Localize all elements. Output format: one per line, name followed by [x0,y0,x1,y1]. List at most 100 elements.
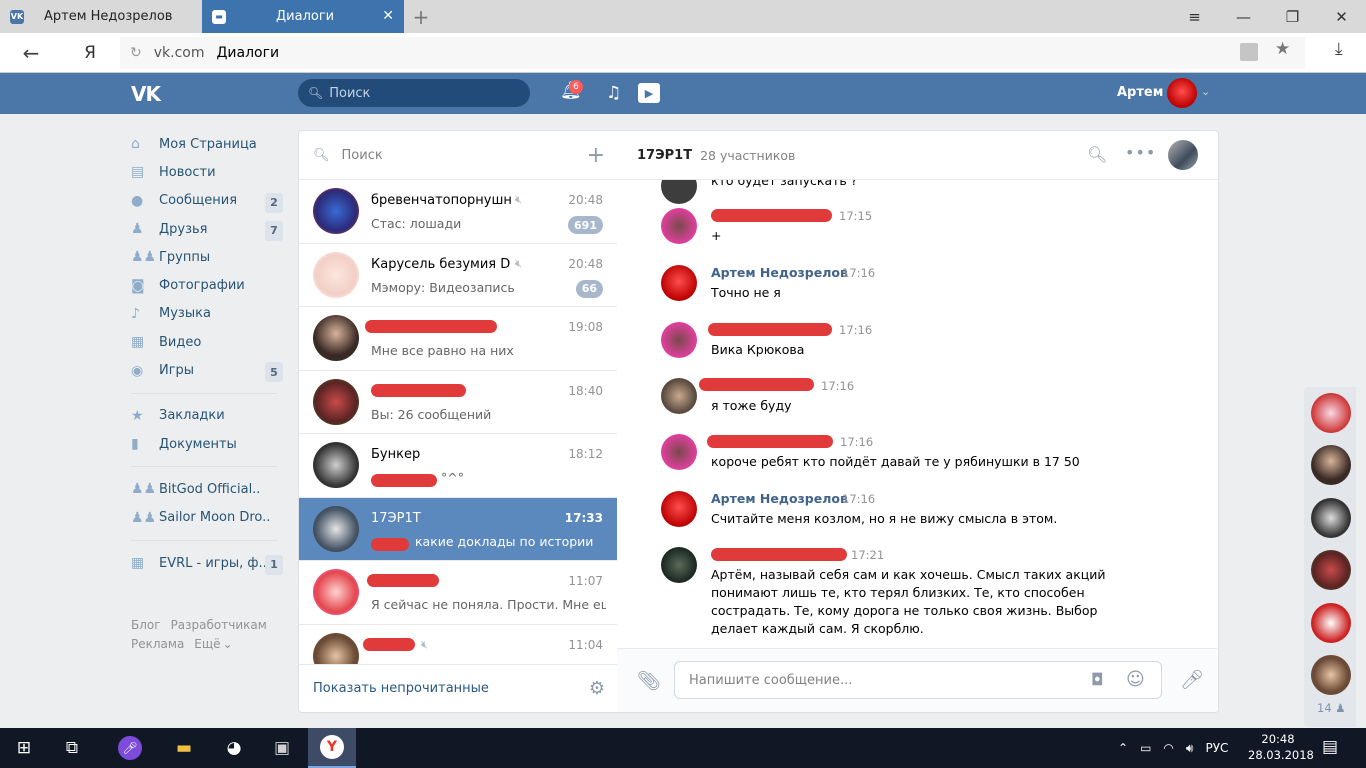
nav-item-app-evrl[interactable]: ▦ EVRL - игры, ф... 1 [131,549,283,577]
file-explorer-icon[interactable]: ▬ [160,728,208,768]
message-input[interactable]: Напишите сообщение... [674,661,1162,699]
close-tab-icon[interactable]: ✕ [382,8,394,24]
windows-start-icon[interactable]: ⊞ [0,728,48,768]
message-text: Артём, называй себя сам и как хочешь. См… [711,567,1106,636]
paperclip-icon[interactable]: 📎︎ [637,669,661,692]
restore-icon[interactable]: ❐ [1268,0,1317,33]
message-author[interactable]: Артем Недозрелов [711,491,848,506]
dialog-item[interactable]: бревенчатопорнушн... 🔇︎ 20:48 Стас: лоша… [299,180,617,244]
close-window-icon[interactable]: ✕ [1317,0,1366,33]
participants-strip: 14 ♟ [1304,387,1356,727]
chat-avatar[interactable] [1168,140,1198,170]
minimize-icon[interactable]: — [1219,0,1268,33]
search-icon[interactable]: 🔍︎ [1087,145,1107,164]
person-icon: ♟ [1335,701,1346,715]
store-app-icon[interactable]: ▣ [258,728,306,768]
footer-link-more[interactable]: Ещё [194,637,220,651]
nav-item-community-bitgod[interactable]: ♟♟ BitGod Official.. [131,475,283,503]
redaction-mark [371,537,409,551]
participant-avatar[interactable] [1311,393,1351,433]
play-icon[interactable]: ▶ [638,83,660,103]
lock-icon[interactable] [1240,43,1258,61]
nav-item-music[interactable]: ♪ Музыка [131,300,283,328]
dialog-avatar [313,569,359,615]
dialogs-search-input[interactable]: 🔍︎ Поиск + [299,131,617,180]
left-navigation: ⌂ Моя Страница ▤ Новости ● Сообщения 2 ♟ Друз… [131,130,283,577]
task-view-icon[interactable]: ⧉ [48,728,96,768]
chevron-down-icon[interactable]: ⌄ [1201,85,1210,98]
friends-icon: ♟ [131,221,144,238]
header-search-input[interactable]: 🔍︎ Поиск [298,79,530,107]
footer-link-developers[interactable]: Разработчикам [171,618,267,632]
footer-link-ads[interactable]: Реклама [131,637,184,651]
new-dialog-plus-icon[interactable]: + [587,143,605,168]
more-options-icon[interactable]: ••• [1125,143,1156,162]
emoji-smile-icon[interactable]: ☺ [1126,669,1145,690]
yandex-browser-icon[interactable]: Y [308,728,356,768]
download-icon[interactable]: ⤓ [1335,39,1343,59]
back-arrow-icon[interactable]: ← [0,41,62,65]
browser-tab-bar: VK Артем Недозрелов ▬ Диалоги ✕ + ≡ — ❐ … [0,0,1366,33]
message-composer: 📎︎ Напишите сообщение... ◘ ☺ 🎤︎ [617,648,1217,712]
battery-icon[interactable]: ▭ [1140,741,1151,755]
nav-item-games[interactable]: ◉ Игры 5 [131,356,283,384]
participant-avatar[interactable] [1311,603,1351,643]
dialogs-search-placeholder: Поиск [341,147,383,163]
message-author[interactable]: Артем Недозрелов [711,265,848,280]
dialog-preview: Мэмору: Видеозапись [371,279,515,295]
nav-item-bookmarks[interactable]: ★ Закладки [131,402,283,430]
message-input-placeholder: Напишите сообщение... [689,672,853,688]
participant-avatar[interactable] [1311,498,1351,538]
gear-icon[interactable]: ⚙ [589,678,605,699]
nav-item-video[interactable]: ▦ Видео [131,328,283,356]
url-field[interactable]: ↻ vk.com Диалоги [120,37,1305,69]
browser-tab-dialogs[interactable]: ▬ Диалоги ✕ [202,0,404,33]
chat-title[interactable]: 17ЭР1Т [637,148,692,163]
dialog-item[interactable]: Карусель безумия DD... 🔇︎ 20:48 Мэмору: … [299,244,617,307]
dialog-preview: Вы: 26 сообщений [371,406,492,422]
volume-icon[interactable]: 🔊︎ [1186,741,1194,756]
nav-item-groups[interactable]: ♟♟ Группы [131,243,283,271]
new-tab-button[interactable]: + [404,0,438,33]
redaction-mark [708,323,832,336]
participant-avatar[interactable] [1311,445,1351,485]
browser-tab-profile[interactable]: VK Артем Недозрелов [0,0,202,33]
nav-item-messages[interactable]: ● Сообщения 2 [131,187,283,215]
camera-icon[interactable]: ◘ [1091,670,1104,689]
dialog-item[interactable]: 11:07 Я сейчас не поняла. Прости. Мне ещ… [299,561,617,625]
redaction-mark [711,548,847,561]
clock[interactable]: 20:48 28.03.2018 [1248,731,1314,763]
bookmark-star-icon[interactable]: ★ [1275,39,1290,59]
dialog-time: 11:07 [568,574,603,588]
nav-item-news[interactable]: ▤ Новости [131,158,283,186]
user-avatar[interactable] [1167,78,1197,108]
nav-item-community-sailor-moon[interactable]: ♟♟ Sailor Moon Dro.. [131,504,283,532]
participants-count[interactable]: 14 ♟ [1317,701,1346,715]
nav-item-photos[interactable]: ◙ Фотографии [131,271,283,299]
language-indicator[interactable]: РУС [1205,741,1228,755]
photos-app-icon[interactable]: ◕ [210,728,258,768]
participant-avatar[interactable] [1311,655,1351,695]
footer-link-blog[interactable]: Блог [131,618,161,632]
nav-item-friends[interactable]: ♟ Друзья 7 [131,215,283,243]
header-user-name[interactable]: Артем [1117,85,1163,100]
nav-item-documents[interactable]: ▮ Документы [131,430,283,458]
music-note-icon[interactable]: ♫ [606,83,621,103]
voice-assistant-icon[interactable]: 🎤︎ [106,728,154,768]
dialog-item[interactable]: 19:08 Мне все равно на них [299,307,617,371]
vk-logo[interactable]: VK [131,82,161,106]
dialog-item[interactable]: 18:40 Вы: 26 сообщений [299,371,617,434]
notification-center-icon[interactable]: ▤ [1322,737,1338,757]
menu-icon[interactable]: ≡ [1170,0,1219,33]
dialog-item-active[interactable]: 17ЭР1Т 17:33 какие доклады по истории [299,497,617,561]
microphone-icon[interactable]: 🎤︎ [1180,668,1204,691]
participant-avatar[interactable] [1311,550,1351,590]
wifi-icon[interactable]: ◠ [1163,741,1173,755]
chat-members-count[interactable]: 28 участников [700,148,795,163]
reload-icon[interactable]: ↻ [130,45,142,61]
nav-item-my-page[interactable]: ⌂ Моя Страница [131,130,283,158]
chevron-up-icon[interactable]: ⌃ [1118,741,1128,755]
dialog-item[interactable]: Бункер 18:12 °^° [299,434,617,498]
show-unread-link[interactable]: Показать непрочитанные [313,681,489,696]
yandex-button[interactable]: Я [62,43,118,63]
